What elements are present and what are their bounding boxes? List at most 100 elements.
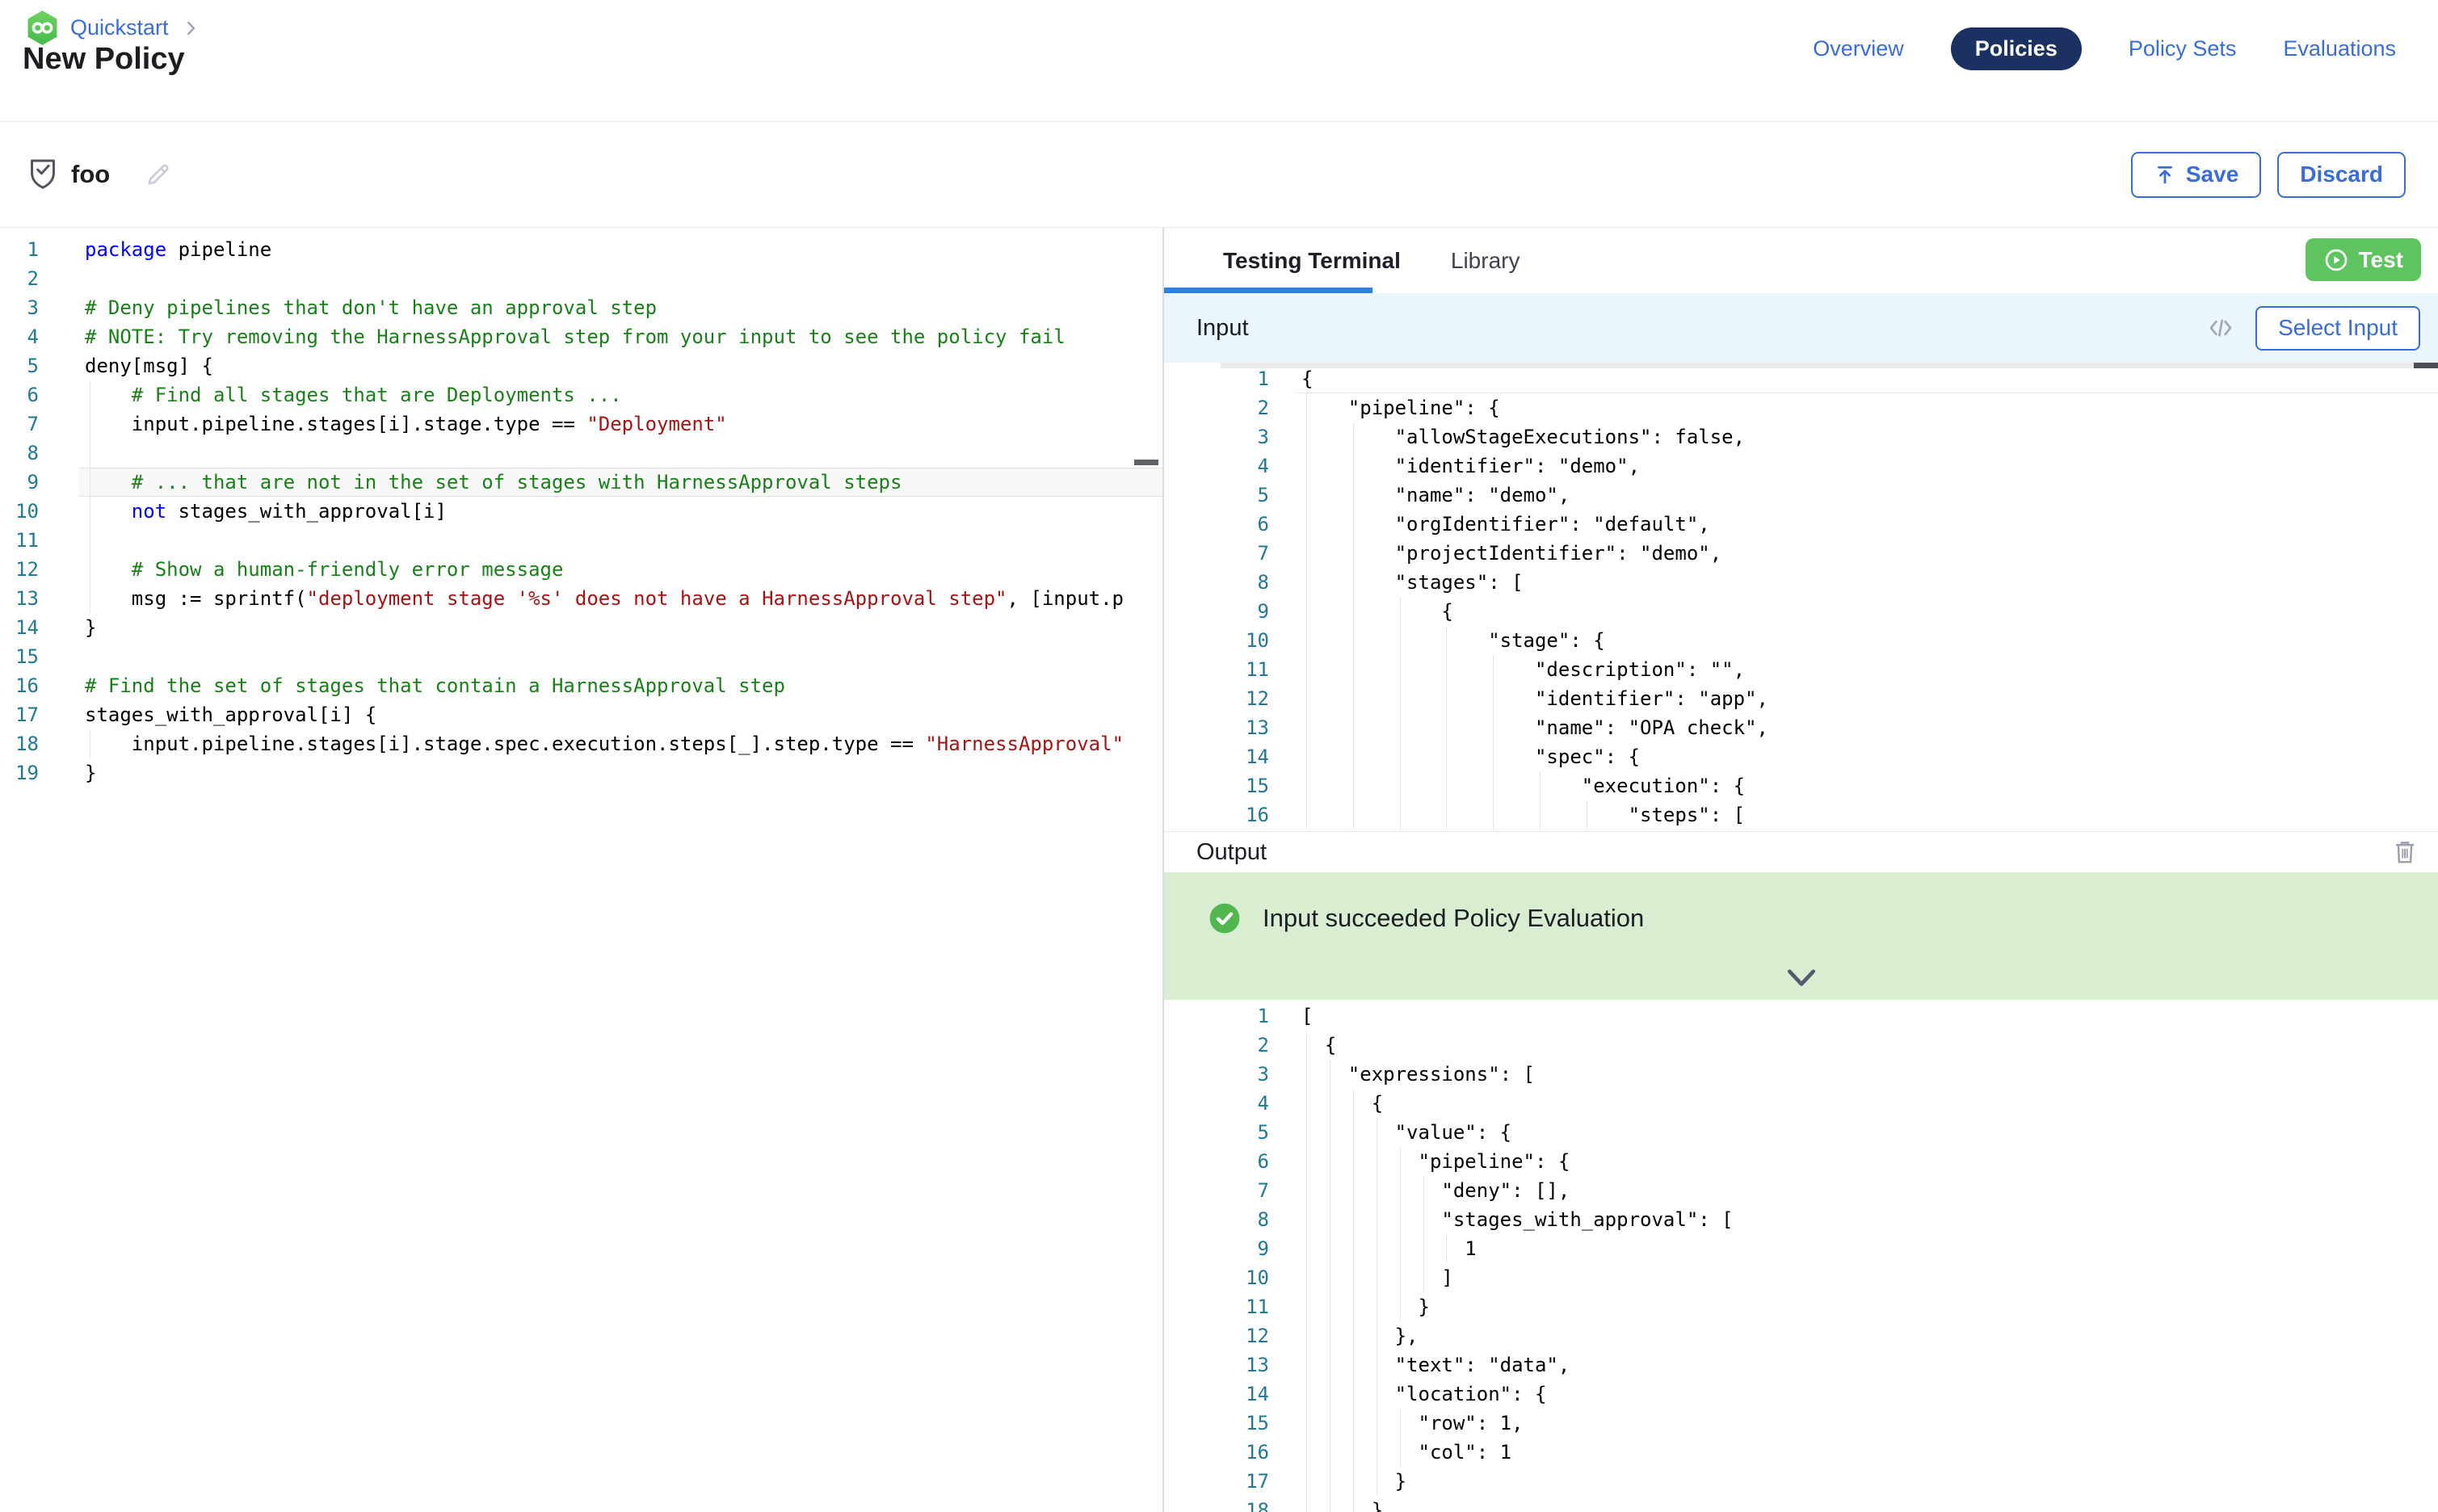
tab-policy-sets[interactable]: Policy Sets — [2129, 36, 2237, 61]
code-line: 16 "col": 1 — [1164, 1438, 2438, 1467]
code-line: 12 "identifier": "app", — [1164, 684, 2438, 713]
check-circle-icon — [1208, 901, 1242, 935]
test-button[interactable]: Test — [2306, 238, 2422, 281]
code-line: 2 { — [1164, 1031, 2438, 1060]
code-line: 9 # ... that are not in the set of stage… — [0, 468, 1162, 497]
indent-guide — [1306, 1060, 1307, 1089]
line-number: 13 — [1164, 713, 1269, 742]
studio-body: 1package pipeline23# Deny pipelines that… — [0, 228, 2438, 1512]
indent-guide — [1306, 626, 1307, 655]
code-line: 7 "projectIdentifier": "demo", — [1164, 539, 2438, 568]
terminal-tabs: Testing Terminal Library Test — [1164, 228, 2438, 293]
indent-guide — [1353, 655, 1354, 684]
code-text: "stages": [ — [1297, 568, 2438, 597]
indent-guide — [1400, 1438, 1401, 1467]
code-line: 17 } — [1164, 1467, 2438, 1496]
indent-guide — [1423, 1234, 1424, 1263]
code-line: 3 "expressions": [ — [1164, 1060, 2438, 1089]
code-text: # Deny pipelines that don't have an appr… — [79, 293, 1162, 322]
discard-button[interactable]: Discard — [2277, 152, 2406, 198]
indent-guide — [1306, 713, 1307, 742]
code-text: input.pipeline.stages[i].stage.spec.exec… — [79, 729, 1162, 758]
indent-guide — [1423, 1176, 1424, 1205]
code-line: 10 not stages_with_approval[i] — [0, 497, 1162, 526]
code-line: 9 { — [1164, 597, 2438, 626]
code-text: "name": "OPA check", — [1297, 713, 2438, 742]
indent-guide — [1353, 742, 1354, 771]
input-json-editor[interactable]: 1{2 "pipeline": {3 "allowStageExecutions… — [1164, 363, 2438, 831]
harness-logo-icon — [26, 10, 59, 46]
indent-guide — [1306, 1496, 1307, 1512]
code-text: deny[msg] { — [79, 351, 1162, 380]
line-number: 12 — [0, 555, 39, 584]
code-line: 10 ] — [1164, 1263, 2438, 1292]
policy-toolbar: foo Save Discard — [0, 122, 2438, 228]
line-number: 18 — [1164, 1496, 1269, 1512]
code-icon[interactable] — [2207, 314, 2234, 342]
indent-guide — [1446, 684, 1447, 713]
line-number: 6 — [1164, 1147, 1269, 1176]
breadcrumb-project-link[interactable]: Quickstart — [70, 15, 169, 40]
line-number: 9 — [0, 468, 39, 497]
indent-guide — [1493, 655, 1494, 684]
policy-code-editor[interactable]: 1package pipeline23# Deny pipelines that… — [0, 228, 1164, 1512]
indent-guide — [1400, 771, 1401, 800]
input-scrollbar-track[interactable] — [1221, 363, 2438, 368]
indent-guide — [1306, 510, 1307, 539]
code-text: } — [1297, 1467, 2438, 1496]
code-line: 19} — [0, 758, 1162, 788]
indent-guide — [1400, 1147, 1401, 1176]
indent-guide — [1400, 713, 1401, 742]
code-line: 5 "name": "demo", — [1164, 481, 2438, 510]
code-text: # NOTE: Try removing the HarnessApproval… — [79, 322, 1162, 351]
indent-guide — [1306, 1467, 1307, 1496]
input-scrollbar-thumb[interactable] — [2414, 363, 2438, 368]
indent-guide — [1353, 452, 1354, 481]
indent-guide — [1446, 1234, 1447, 1263]
indent-guide — [1306, 1205, 1307, 1234]
code-text: "projectIdentifier": "demo", — [1297, 539, 2438, 568]
output-title: Output — [1196, 839, 1267, 866]
indent-guide — [1400, 1263, 1401, 1292]
indent-guide — [1353, 1496, 1354, 1512]
code-text: "deny": [], — [1297, 1176, 2438, 1205]
code-text: "pipeline": { — [1297, 1147, 2438, 1176]
code-text: "spec": { — [1297, 742, 2438, 771]
code-text: "description": "", — [1297, 655, 2438, 684]
indent-guide — [1306, 1176, 1307, 1205]
edit-pencil-icon[interactable] — [144, 160, 173, 189]
indent-guide — [1306, 452, 1307, 481]
tab-testing-terminal[interactable]: Testing Terminal — [1223, 248, 1401, 274]
code-text: "row": 1, — [1297, 1409, 2438, 1438]
chevron-down-icon[interactable] — [1784, 968, 1819, 989]
trash-icon[interactable] — [2393, 838, 2417, 866]
line-number: 7 — [0, 410, 39, 439]
tab-library[interactable]: Library — [1451, 248, 1520, 274]
line-number: 11 — [1164, 1292, 1269, 1321]
line-number: 14 — [0, 613, 39, 642]
output-json-editor[interactable]: 1[2 {3 "expressions": [4 {5 "value": {6 … — [1164, 1000, 2438, 1512]
line-number: 16 — [1164, 800, 1269, 830]
indent-guide — [1306, 1147, 1307, 1176]
line-number: 2 — [1164, 1031, 1269, 1060]
indent-guide — [1400, 1205, 1401, 1234]
code-line: 8 "stages": [ — [1164, 568, 2438, 597]
code-text: "allowStageExecutions": false, — [1297, 422, 2438, 452]
code-text: "identifier": "app", — [1297, 684, 2438, 713]
indent-guide — [1400, 1234, 1401, 1263]
tab-overview[interactable]: Overview — [1813, 36, 1904, 61]
indent-guide — [1306, 539, 1307, 568]
tab-policies[interactable]: Policies — [1951, 27, 2082, 70]
save-button[interactable]: Save — [2131, 152, 2261, 198]
indent-guide — [1400, 1176, 1401, 1205]
indent-guide — [1306, 597, 1307, 626]
tab-evaluations[interactable]: Evaluations — [2283, 36, 2396, 61]
code-line: 15 "execution": { — [1164, 771, 2438, 800]
indent-guide — [1493, 684, 1494, 713]
line-number: 11 — [0, 526, 39, 555]
select-input-button[interactable]: Select Input — [2255, 306, 2420, 351]
code-line: 4 { — [1164, 1089, 2438, 1118]
code-text: 1 — [1297, 1234, 2438, 1263]
code-text: "location": { — [1297, 1380, 2438, 1409]
code-line: 7 "deny": [], — [1164, 1176, 2438, 1205]
